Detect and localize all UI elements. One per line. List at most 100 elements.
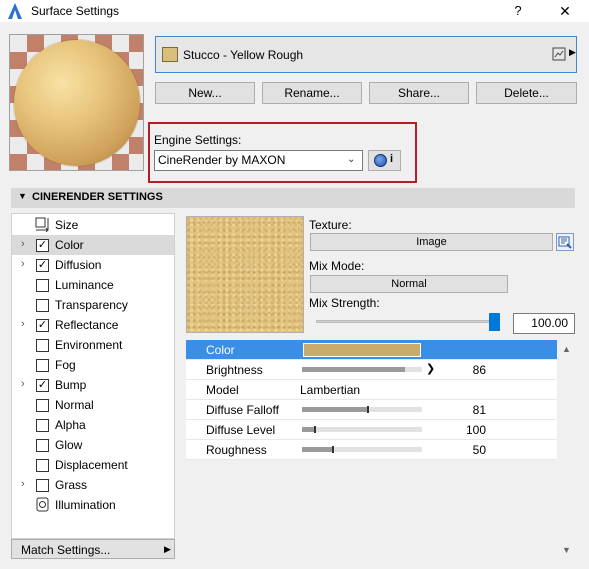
channel-checkbox[interactable]: ✓ — [36, 319, 49, 332]
channel-checkbox[interactable] — [36, 339, 49, 352]
brightness-slider[interactable] — [302, 367, 422, 372]
property-name: Brightness — [206, 363, 263, 377]
match-settings-button[interactable]: Match Settings... ▶ — [11, 539, 175, 559]
channel-checkbox[interactable] — [36, 459, 49, 472]
expand-arrow-icon[interactable]: › — [21, 378, 25, 390]
mix-strength-input[interactable]: 100.00 — [513, 313, 575, 334]
match-settings-label: Match Settings... — [21, 543, 111, 557]
channel-label: Normal — [55, 398, 94, 412]
scroll-up-icon[interactable]: ▲ — [562, 344, 571, 354]
channel-checkbox[interactable]: ✓ — [36, 379, 49, 392]
engine-info-button[interactable]: i — [368, 150, 401, 171]
property-row-color[interactable]: Color — [186, 340, 557, 360]
channel-item-diffusion[interactable]: › ✓ Diffusion — [12, 255, 174, 275]
mix-mode-label: Mix Mode: — [309, 259, 365, 273]
mix-strength-slider-thumb[interactable] — [489, 313, 500, 331]
texture-image-button[interactable]: Image — [310, 233, 553, 251]
new-button[interactable]: New... — [155, 82, 255, 104]
channel-checkbox[interactable] — [36, 419, 49, 432]
channel-label: Fog — [55, 358, 76, 372]
diffuse-falloff-slider[interactable] — [302, 406, 422, 413]
channel-item-normal[interactable]: Normal — [12, 395, 174, 415]
properties-table: Color Brightness ❯ 86 Model Lambertian D… — [186, 340, 557, 460]
channel-list: Size › ✓ Color › ✓ Diffusion Luminance Transpare… — [11, 213, 175, 539]
preview-sphere — [14, 40, 140, 166]
channel-label: Illumination — [55, 498, 116, 512]
channel-checkbox[interactable] — [36, 279, 49, 292]
channel-checkbox[interactable] — [36, 359, 49, 372]
roughness-marker — [332, 446, 334, 453]
channel-checkbox[interactable]: ✓ — [36, 239, 49, 252]
delete-button[interactable]: Delete... — [476, 82, 577, 104]
window-title: Surface Settings — [31, 4, 120, 18]
property-row-brightness[interactable]: Brightness ❯ 86 — [186, 360, 557, 380]
engine-settings-label: Engine Settings: — [154, 133, 242, 147]
color-swatch[interactable] — [303, 343, 421, 357]
property-row-diffuse-level[interactable]: Diffuse Level 100 — [186, 420, 557, 440]
scroll-down-icon[interactable]: ▼ — [562, 545, 571, 555]
roughness-slider[interactable] — [302, 446, 422, 453]
channel-label: Displacement — [55, 458, 128, 472]
channel-item-illumination[interactable]: Illumination — [12, 495, 174, 515]
diffuse-level-slider[interactable] — [302, 426, 422, 433]
channel-checkbox[interactable] — [36, 399, 49, 412]
property-row-model[interactable]: Model Lambertian — [186, 380, 557, 400]
channel-item-reflectance[interactable]: › ✓ Reflectance — [12, 315, 174, 335]
channel-item-color[interactable]: › ✓ Color — [12, 235, 174, 255]
mix-mode-button[interactable]: Normal — [310, 275, 508, 293]
surface-library-icon[interactable] — [552, 47, 566, 61]
channel-item-displacement[interactable]: Displacement — [12, 455, 174, 475]
surface-arrow-icon[interactable]: ▶ — [569, 47, 576, 58]
channel-checkbox[interactable]: ✓ — [36, 259, 49, 272]
rename-button[interactable]: Rename... — [262, 82, 362, 104]
diffuse-falloff-slider-fill — [302, 407, 367, 412]
brightness-slider-fill — [302, 367, 406, 372]
title-bar: Surface Settings ? ✕ — [0, 0, 589, 22]
cinerender-settings-header[interactable]: ▼ CINERENDER SETTINGS — [11, 188, 575, 208]
texture-preview — [186, 216, 304, 333]
channel-label: Luminance — [55, 278, 114, 292]
property-row-diffuse-falloff[interactable]: Diffuse Falloff 81 — [186, 400, 557, 420]
property-row-roughness[interactable]: Roughness 50 — [186, 440, 557, 460]
channel-checkbox[interactable] — [36, 479, 49, 492]
channel-item-environment[interactable]: Environment — [12, 335, 174, 355]
model-value[interactable]: Lambertian — [300, 383, 360, 397]
channel-label: Reflectance — [55, 318, 119, 332]
channel-item-luminance[interactable]: Luminance — [12, 275, 174, 295]
help-button[interactable]: ? — [503, 0, 533, 22]
expand-arrow-icon[interactable]: › — [21, 238, 25, 250]
diffuse-falloff-value[interactable]: 81 — [446, 403, 486, 417]
channel-item-glow[interactable]: Glow — [12, 435, 174, 455]
surface-selector[interactable]: Stucco - Yellow Rough ▶ — [155, 36, 577, 73]
channel-item-alpha[interactable]: Alpha — [12, 415, 174, 435]
channel-item-grass[interactable]: › Grass — [12, 475, 174, 495]
diffuse-falloff-marker — [366, 406, 369, 413]
brightness-value[interactable]: 86 — [446, 363, 486, 377]
chevron-right-icon[interactable]: ❯ — [426, 362, 435, 375]
channel-item-bump[interactable]: › ✓ Bump — [12, 375, 174, 395]
close-button[interactable]: ✕ — [545, 0, 585, 22]
channel-item-fog[interactable]: Fog — [12, 355, 174, 375]
mix-strength-slider-track[interactable] — [316, 320, 494, 323]
illumination-icon — [35, 497, 50, 512]
channel-item-transparency[interactable]: Transparency — [12, 295, 174, 315]
expand-arrow-icon[interactable]: › — [21, 318, 25, 330]
texture-browse-icon[interactable] — [556, 233, 574, 251]
expand-arrow-icon[interactable]: › — [21, 478, 25, 490]
property-name: Diffuse Falloff — [206, 403, 279, 417]
channel-item-size[interactable]: Size — [12, 215, 174, 235]
channel-label: Grass — [55, 478, 88, 492]
properties-scrollbar[interactable]: ▲ ▼ — [559, 340, 575, 560]
diffuse-level-marker — [314, 426, 316, 433]
roughness-value[interactable]: 50 — [446, 443, 486, 457]
engine-select[interactable]: CineRender by MAXON ⌄ — [154, 150, 363, 171]
diffuse-level-value[interactable]: 100 — [446, 423, 486, 437]
share-button[interactable]: Share... — [369, 82, 469, 104]
expand-arrow-icon[interactable]: › — [21, 258, 25, 270]
channel-label: Diffusion — [55, 258, 102, 272]
property-name: Model — [206, 383, 239, 397]
mix-strength-label: Mix Strength: — [309, 296, 380, 310]
channel-checkbox[interactable] — [36, 299, 49, 312]
channel-checkbox[interactable] — [36, 439, 49, 452]
surface-name: Stucco - Yellow Rough — [183, 48, 304, 62]
